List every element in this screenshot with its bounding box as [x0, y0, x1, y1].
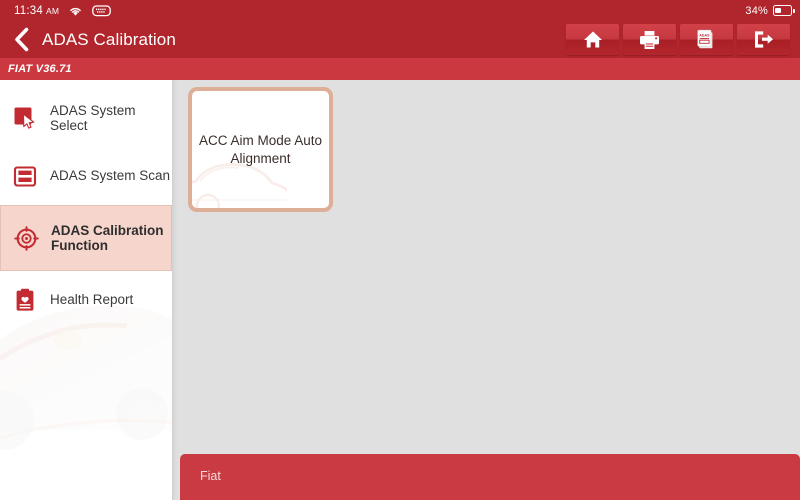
crosshair-target-icon: [11, 225, 41, 251]
adas-calibration-screen: 11:34 AM 34% ADAS Calibration ADAS FIAT …: [0, 0, 800, 500]
clipboard-heart-icon: [10, 288, 40, 312]
status-time-ampm: AM: [45, 5, 60, 16]
chevron-left-icon: [14, 27, 28, 52]
sidebar-item-adas-calibration-function[interactable]: ADAS Calibration Function: [0, 205, 172, 271]
vehicle-footer-bar[interactable]: Fiat: [180, 454, 800, 500]
sidebar-divider: [172, 80, 180, 500]
exit-icon: [755, 31, 773, 48]
vehicle-version-bar: FIAT V36.71: [0, 58, 800, 80]
status-time: 11:34: [14, 4, 43, 17]
print-button[interactable]: [623, 24, 676, 55]
vehicle-name-label: Fiat: [200, 469, 221, 483]
svg-text:ADAS: ADAS: [699, 33, 710, 37]
main-content: ACC Aim Mode Auto Alignment Fiat: [180, 80, 800, 500]
calibration-function-card[interactable]: ACC Aim Mode Auto Alignment: [188, 87, 333, 212]
sidebar: ADAS System Select ADAS System Scan ADAS…: [0, 80, 172, 500]
vehicle-version-label: FIAT V36.71: [8, 63, 72, 75]
adas-report-button[interactable]: ADAS: [680, 24, 733, 55]
calibration-function-card-label: ACC Aim Mode Auto Alignment: [198, 132, 323, 166]
adas-document-icon: ADAS: [697, 29, 713, 49]
battery-percent-label: 34%: [745, 4, 768, 17]
page-title: ADAS Calibration: [42, 29, 176, 49]
exit-button[interactable]: [737, 24, 790, 55]
status-bar: 11:34 AM 34%: [0, 0, 800, 21]
sidebar-item-adas-system-select[interactable]: ADAS System Select: [0, 89, 172, 147]
home-icon: [583, 31, 602, 48]
battery-icon: [773, 5, 795, 16]
cursor-select-icon: [10, 106, 40, 130]
back-button[interactable]: [4, 23, 38, 57]
header-toolbar: ADAS: [566, 24, 790, 55]
sidebar-item-label: ADAS System Scan: [50, 168, 171, 184]
sidebar-item-label: ADAS System Select: [50, 102, 136, 134]
sidebar-item-health-report[interactable]: Health Report: [0, 271, 172, 329]
wifi-icon: [68, 5, 83, 17]
scan-panel-icon: [10, 165, 40, 188]
app-header: ADAS Calibration ADAS: [0, 21, 800, 58]
sidebar-item-adas-system-scan[interactable]: ADAS System Scan: [0, 147, 172, 205]
printer-icon: [640, 30, 659, 49]
home-button[interactable]: [566, 24, 619, 55]
sidebar-item-label: ADAS Calibration Function: [51, 222, 164, 254]
sidebar-menu: ADAS System Select ADAS System Scan ADAS…: [0, 80, 172, 329]
sidebar-item-label: Health Report: [50, 292, 134, 308]
vga-connector-icon: [92, 4, 112, 17]
